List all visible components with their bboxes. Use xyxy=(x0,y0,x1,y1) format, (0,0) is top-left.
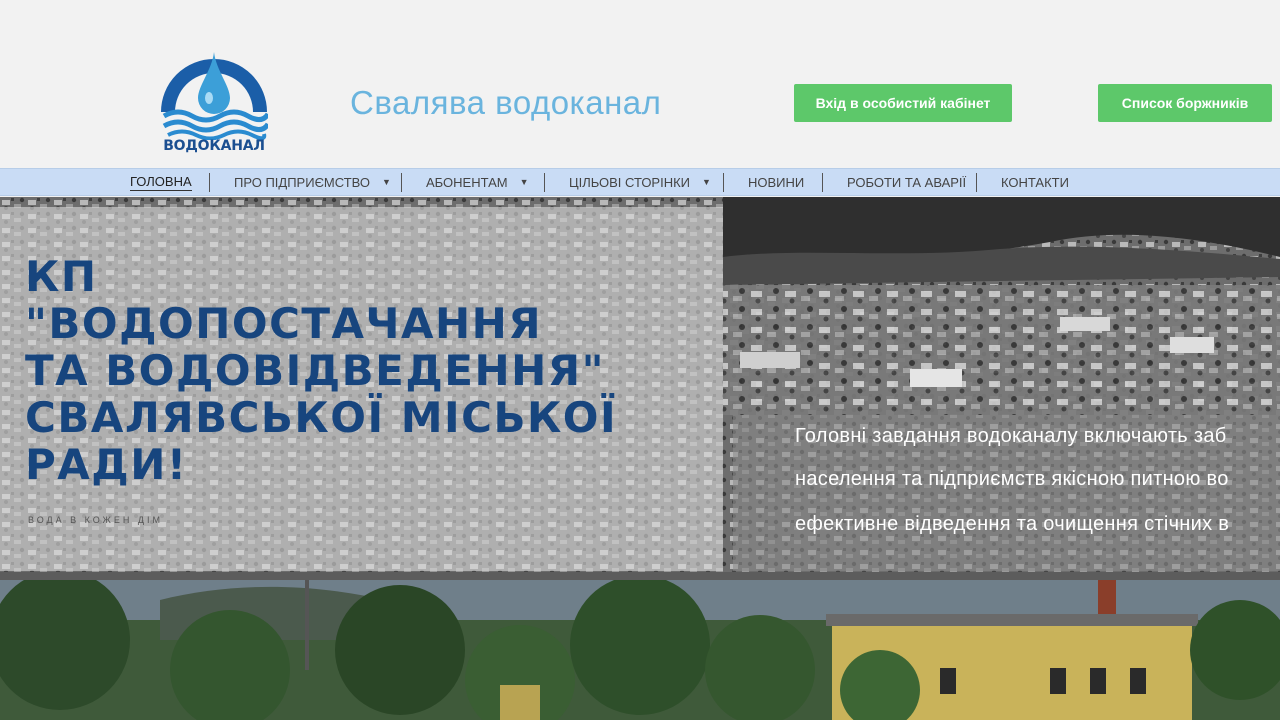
nav-divider xyxy=(723,173,724,192)
caret-down-icon: ▼ xyxy=(519,177,529,187)
nav-item-label: РОБОТИ ТА АВАРІЇ xyxy=(847,174,967,190)
nav-item-label: КОНТАКТИ xyxy=(1001,174,1069,190)
hero-section: КП "ВОДОПОСТАЧАННЯ ТА ВОДОВІДВЕДЕННЯ" СВ… xyxy=(0,197,1280,720)
nav-item-label: ЦІЛЬОВІ СТОРІНКИ xyxy=(569,174,691,190)
hero-heading-line: КП xyxy=(25,252,98,301)
nav-divider xyxy=(822,173,823,192)
hero-heading: КП "ВОДОПОСТАЧАННЯ ТА ВОДОВІДВЕДЕННЯ" СВ… xyxy=(25,253,715,488)
hero-tagline: ВОДА В КОЖЕН ДІМ xyxy=(28,515,163,525)
site-header: ВОДОКАНАЛ Свалява водоканал Вхід в особи… xyxy=(0,0,1280,168)
nav-item-label: АБОНЕНТАМ xyxy=(426,174,508,190)
personal-cabinet-button[interactable]: Вхід в особистий кабінет xyxy=(794,84,1012,122)
site-title: Свалява водоканал xyxy=(350,84,662,121)
nav-divider xyxy=(401,173,402,192)
caret-down-icon: ▼ xyxy=(702,177,711,187)
main-nav: ГОЛОВНА ПРО ПІДПРИЄМСТВО ▼ АБОНЕНТАМ ▼ Ц… xyxy=(0,168,1280,196)
nav-item-target-pages[interactable]: ЦІЛЬОВІ СТОРІНКИ ▼ xyxy=(569,169,711,195)
nav-item-label: ГОЛОВНА xyxy=(130,173,192,191)
nav-item-about[interactable]: ПРО ПІДПРИЄМСТВО ▼ xyxy=(234,169,391,195)
nav-item-contacts[interactable]: КОНТАКТИ xyxy=(1001,169,1069,195)
nav-item-news[interactable]: НОВИНИ xyxy=(748,169,804,195)
hero-description-line: Головні завдання водоканалу включають за… xyxy=(795,425,1227,447)
nav-item-label: НОВИНИ xyxy=(748,174,805,190)
nav-item-works-accidents[interactable]: РОБОТИ ТА АВАРІЇ xyxy=(847,169,966,195)
debtors-list-button[interactable]: Список боржників xyxy=(1098,84,1272,122)
hero-heading-line: ТА ВОДОВІДВЕДЕННЯ" xyxy=(25,346,605,395)
logo[interactable]: ВОДОКАНАЛ xyxy=(160,50,271,160)
nav-item-home[interactable]: ГОЛОВНА xyxy=(130,169,192,195)
hero-heading-line: "ВОДОПОСТАЧАННЯ xyxy=(25,299,543,348)
logo-text: ВОДОКАНАЛ xyxy=(163,138,265,154)
nav-divider xyxy=(544,173,545,192)
nav-divider xyxy=(209,173,210,192)
hero-description-line: населення та підприємств якісною питною … xyxy=(795,468,1229,490)
water-drop-logo-icon xyxy=(161,52,271,141)
building-photo xyxy=(0,580,1280,720)
nav-item-label: ПРО ПІДПРИЄМСТВО xyxy=(234,174,370,190)
nav-item-subscribers[interactable]: АБОНЕНТАМ ▼ xyxy=(426,169,529,195)
hero-heading-line: РАДИ! xyxy=(25,440,188,489)
caret-down-icon: ▼ xyxy=(382,177,391,187)
nav-divider xyxy=(976,173,977,192)
hero-heading-line: СВАЛЯВСЬКОЇ МІСЬКОЇ xyxy=(25,393,618,442)
hero-description-panel: Головні завдання водоканалу включають за… xyxy=(733,415,1280,571)
hero-description-line: ефективне відведення та очищення стічних… xyxy=(795,513,1230,535)
